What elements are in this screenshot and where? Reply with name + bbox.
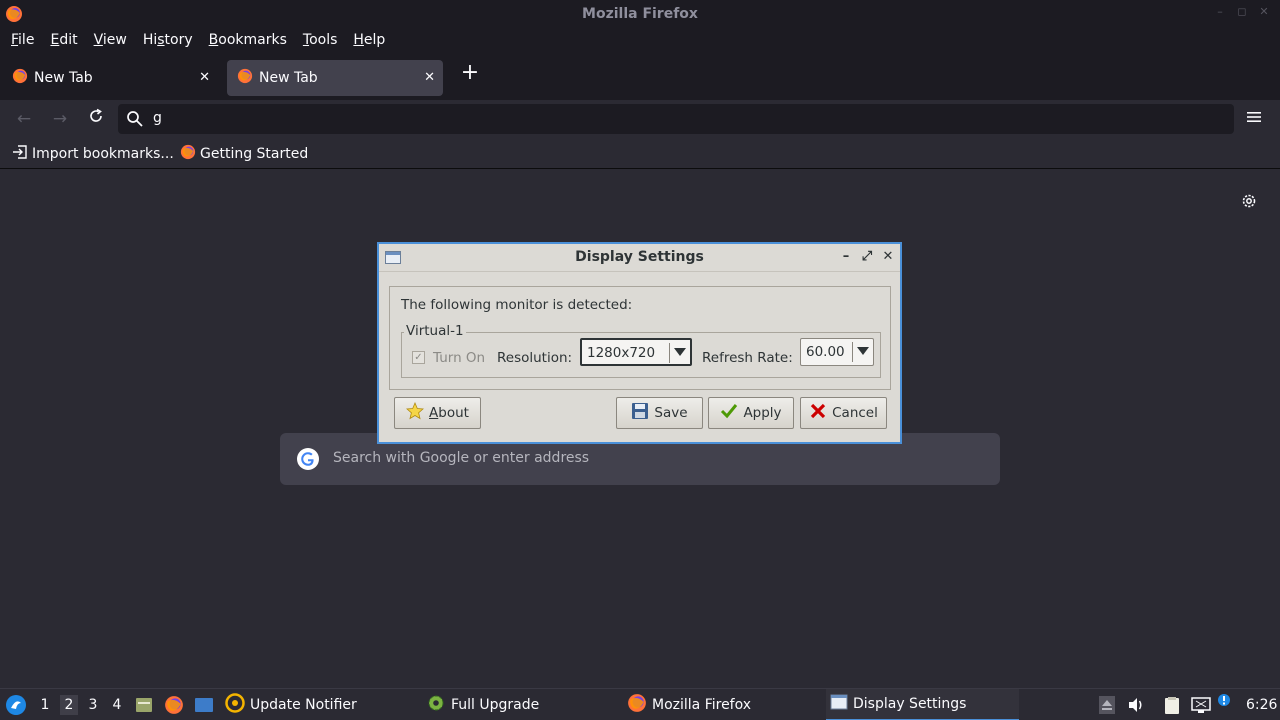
navigation-bar: ← → g	[0, 100, 1280, 138]
chevron-down-icon	[674, 348, 686, 356]
address-bar[interactable]: g	[118, 104, 1234, 134]
star-icon	[406, 401, 425, 424]
workspace-1[interactable]: 1	[36, 695, 54, 715]
close-tab-icon[interactable]: ✕	[424, 70, 435, 85]
close-icon[interactable]: ✕	[882, 249, 894, 265]
hamburger-menu-icon[interactable]	[1246, 109, 1262, 129]
workspace-2[interactable]: 2	[60, 695, 78, 715]
maximize-icon[interactable]: ⤢	[861, 249, 873, 265]
workspace-4[interactable]: 4	[108, 695, 126, 715]
task-full-upgrade[interactable]: Full Upgrade	[426, 689, 616, 720]
dialog-title: Display Settings	[575, 249, 704, 265]
notification-icon[interactable]	[1217, 693, 1231, 713]
chevron-down-icon	[857, 347, 869, 355]
firefox-icon	[237, 68, 253, 88]
eject-icon[interactable]	[1099, 696, 1115, 718]
monitor-name: Virtual-1	[404, 323, 466, 339]
menu-file[interactable]: File	[3, 28, 42, 56]
gear-icon[interactable]	[1240, 192, 1258, 214]
maximize-icon[interactable]: ◻	[1236, 6, 1248, 18]
gear-icon	[426, 693, 446, 717]
menu-history[interactable]: History	[135, 28, 201, 56]
update-notifier-icon	[225, 693, 245, 717]
bookmark-getting-started[interactable]: Getting Started	[180, 144, 308, 164]
start-menu-icon[interactable]	[5, 689, 27, 720]
back-icon[interactable]: ←	[13, 108, 35, 130]
resolution-value: 1280x720	[587, 345, 656, 361]
show-desktop-icon[interactable]	[194, 689, 214, 720]
about-button[interactable]: About	[394, 397, 481, 429]
task-update-notifier[interactable]: Update Notifier	[225, 689, 415, 720]
refresh-rate-dropdown[interactable]: 60.00	[800, 338, 874, 366]
display-settings-dialog: Display Settings – ⤢ ✕ The following mon…	[377, 242, 902, 444]
floppy-disk-icon	[631, 402, 649, 424]
volume-icon[interactable]	[1127, 696, 1145, 718]
menu-help[interactable]: Help	[345, 28, 393, 56]
firefox-icon	[12, 68, 28, 88]
bookmarks-toolbar: Import bookmarks... Getting Started	[0, 138, 1280, 169]
clipboard-icon[interactable]	[1163, 696, 1181, 718]
window-icon	[830, 694, 848, 714]
dialog-titlebar[interactable]: Display Settings – ⤢ ✕	[379, 244, 900, 272]
close-icon[interactable]: ✕	[1258, 6, 1270, 18]
menubar: File Edit View History Bookmarks Tools H…	[0, 28, 1280, 56]
tab-strip: New Tab ✕ New Tab ✕	[0, 56, 1280, 100]
tab-title: New Tab	[34, 70, 93, 86]
forward-icon[interactable]: →	[49, 108, 71, 130]
cancel-icon	[809, 402, 827, 424]
tab-title: New Tab	[259, 70, 318, 86]
dialog-body: The following monitor is detected: Virtu…	[389, 286, 891, 390]
reload-icon[interactable]	[85, 108, 107, 130]
tab-new-tab-2[interactable]: New Tab ✕	[227, 60, 443, 96]
search-placeholder: Search with Google or enter address	[333, 450, 590, 466]
network-icon[interactable]	[1191, 696, 1211, 718]
refresh-rate-value: 60.00	[806, 344, 845, 360]
close-tab-icon[interactable]: ✕	[199, 70, 210, 85]
menu-tools[interactable]: Tools	[295, 28, 346, 56]
firefox-launcher-icon[interactable]	[164, 689, 184, 720]
dialog-message: The following monitor is detected:	[401, 297, 633, 313]
task-mozilla-firefox[interactable]: Mozilla Firefox	[627, 689, 817, 720]
window-title: Mozilla Firefox	[582, 6, 698, 22]
task-display-settings[interactable]: Display Settings	[826, 689, 1019, 720]
minimize-icon[interactable]: –	[1214, 6, 1226, 18]
firefox-icon	[627, 693, 647, 717]
window-titlebar: Mozilla Firefox – ◻ ✕	[0, 0, 1280, 28]
import-icon	[12, 144, 28, 164]
taskbar: 1 2 3 4 Update Notifier Full Upgrade Moz…	[0, 688, 1280, 720]
menu-edit[interactable]: Edit	[42, 28, 85, 56]
menu-bookmarks[interactable]: Bookmarks	[201, 28, 295, 56]
google-icon	[296, 447, 320, 475]
tab-new-tab-1[interactable]: New Tab ✕	[2, 60, 218, 96]
new-tab-button[interactable]: +	[458, 62, 482, 86]
resolution-label: Resolution:	[497, 350, 573, 366]
apply-button[interactable]: Apply	[708, 397, 794, 429]
save-button[interactable]: Save	[616, 397, 703, 429]
bookmark-import[interactable]: Import bookmarks...	[12, 144, 174, 164]
resolution-dropdown[interactable]: 1280x720	[580, 338, 692, 366]
firefox-icon	[180, 144, 196, 164]
search-icon	[126, 110, 144, 132]
workspace-3[interactable]: 3	[84, 695, 102, 715]
refresh-rate-label: Refresh Rate:	[702, 350, 793, 366]
cancel-button[interactable]: Cancel	[800, 397, 887, 429]
turn-on-label: Turn On	[433, 350, 486, 366]
clock: 6:26	[1246, 697, 1278, 713]
turn-on-checkbox[interactable]: ✓	[412, 351, 425, 364]
menu-view[interactable]: View	[86, 28, 135, 56]
minimize-icon[interactable]: –	[840, 249, 852, 265]
file-manager-icon[interactable]	[134, 689, 154, 720]
address-input[interactable]: g	[153, 110, 162, 126]
checkmark-icon	[720, 402, 738, 424]
